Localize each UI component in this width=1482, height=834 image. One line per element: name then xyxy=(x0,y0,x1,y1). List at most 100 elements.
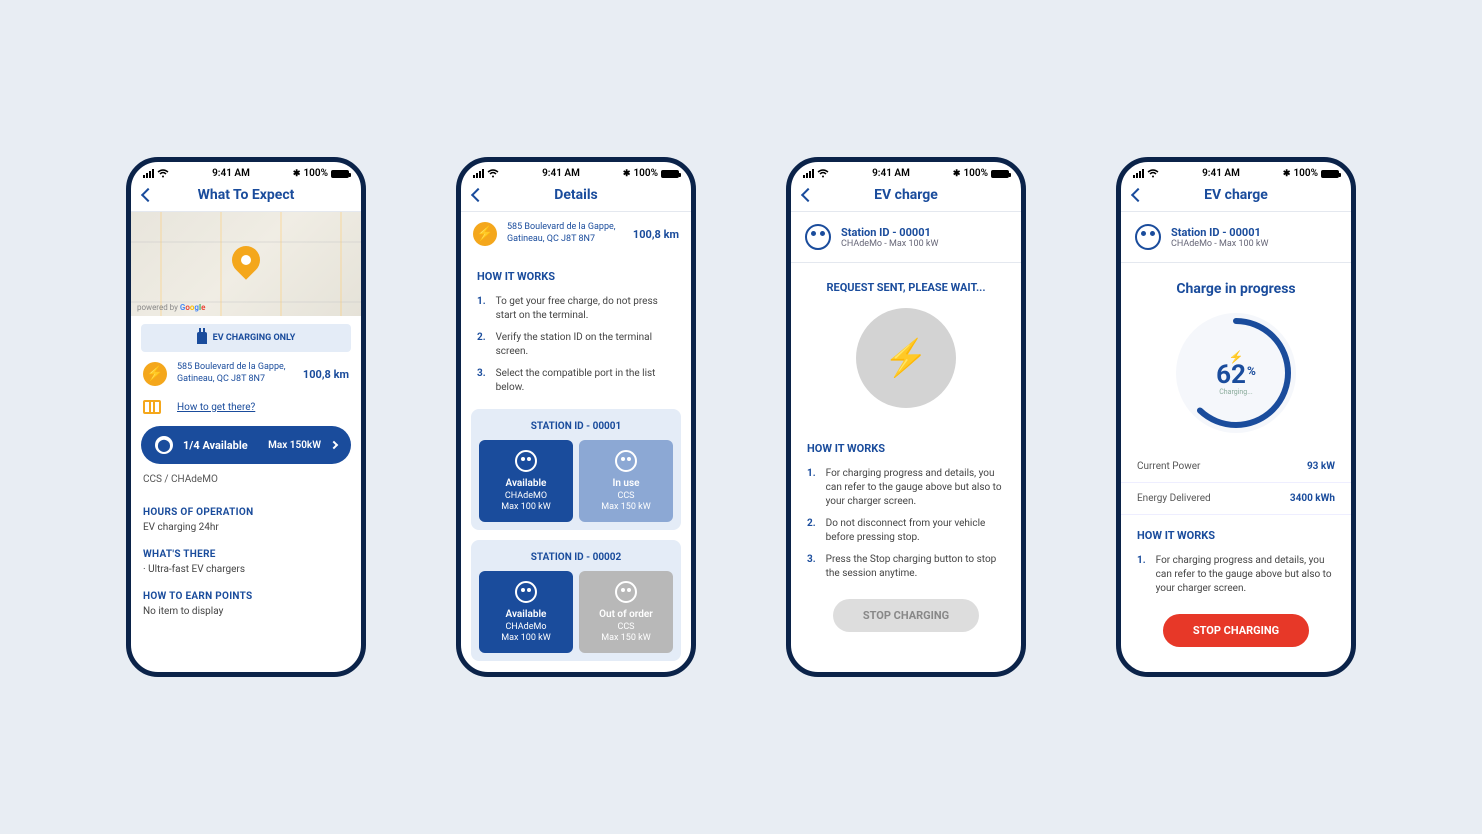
station-header: Station ID - 00001 CHAdeMo - Max 100 kW xyxy=(1121,212,1351,263)
station-id: Station ID - 00001 xyxy=(1171,226,1268,239)
earn-points-title: HOW TO EARN POINTS xyxy=(131,579,361,606)
list-item: 1.To get your free charge, do not press … xyxy=(477,291,675,327)
connector-icon xyxy=(805,224,831,250)
bolt-circle-icon: ⚡ xyxy=(473,222,497,246)
stat-label: Current Power xyxy=(1137,461,1200,472)
bluetooth-icon: ✱ xyxy=(623,169,631,179)
location-row: ⚡ 585 Boulevard de la Gappe, Gatineau, Q… xyxy=(461,212,691,256)
page-title: What To Expect xyxy=(143,187,349,203)
earn-points-text: No item to display xyxy=(131,606,361,621)
battery-icon xyxy=(1321,170,1339,178)
address-text: 585 Boulevard de la Gappe, Gatineau, QC … xyxy=(177,362,293,385)
battery-percent: 100% xyxy=(1293,168,1318,179)
station-id: Station ID - 00001 xyxy=(841,226,938,239)
location-row: ⚡ 585 Boulevard de la Gappe, Gatineau, Q… xyxy=(131,352,361,396)
map-pin-icon[interactable] xyxy=(232,246,260,282)
port-available[interactable]: Available CHAdeMO Max 100 kW xyxy=(479,440,573,522)
availability-text: 1/4 Available xyxy=(183,439,258,452)
progress-gauge: ⚡ 62% Charging... xyxy=(1176,313,1296,433)
station-card: STATION ID - 00002 Available CHAdeMo Max… xyxy=(471,540,681,661)
stop-charging-button[interactable]: STOP CHARGING xyxy=(1163,614,1309,647)
distance-value: 100,8 km xyxy=(303,368,349,381)
distance-value: 100,8 km xyxy=(633,228,679,241)
wifi-icon xyxy=(487,169,499,178)
ev-charging-banner: EV CHARGING ONLY xyxy=(141,324,351,352)
status-bar: 9:41 AM ✱ 100% xyxy=(131,162,361,181)
list-item: 1.For charging progress and details, you… xyxy=(807,463,1005,513)
status-time: 9:41 AM xyxy=(212,168,250,179)
station-card: STATION ID - 00001 Available CHAdeMO Max… xyxy=(471,409,681,530)
stat-row: Energy Delivered 3400 kWh xyxy=(1121,483,1351,515)
plug-icon xyxy=(197,332,207,344)
stat-value: 3400 kWh xyxy=(1290,493,1335,504)
station-header: Station ID - 00001 CHAdeMo - Max 100 kW xyxy=(791,212,1021,263)
status-bar: 9:41 AM ✱ 100% xyxy=(461,162,691,181)
battery-percent: 100% xyxy=(963,168,988,179)
battery-icon xyxy=(661,170,679,178)
signal-icon xyxy=(143,169,154,178)
nav-header: What To Expect xyxy=(131,181,361,212)
map-view[interactable]: powered by Google xyxy=(131,212,361,316)
status-time: 9:41 AM xyxy=(872,168,910,179)
progress-ring-icon xyxy=(1176,313,1296,433)
battery-icon xyxy=(331,170,349,178)
charge-in-progress-title: Charge in progress xyxy=(1121,263,1351,307)
wifi-icon xyxy=(817,169,829,178)
nav-header: EV charge xyxy=(1121,181,1351,212)
whats-there-text: · Ultra-fast EV chargers xyxy=(131,564,361,579)
signal-icon xyxy=(473,169,484,178)
phone-what-to-expect: 9:41 AM ✱ 100% What To Expect powered by… xyxy=(126,157,366,677)
how-it-works-list: 1.For charging progress and details, you… xyxy=(791,463,1021,585)
connector-icon xyxy=(515,581,537,603)
station-id-label: STATION ID - 00002 xyxy=(479,548,673,571)
page-title: EV charge xyxy=(1133,187,1339,203)
bolt-icon: ⚡ xyxy=(884,337,929,379)
chevron-right-icon xyxy=(330,441,338,449)
battery-icon xyxy=(991,170,1009,178)
directions-row[interactable]: How to get there? xyxy=(131,396,361,426)
status-time: 9:41 AM xyxy=(542,168,580,179)
whats-there-title: WHAT'S THERE xyxy=(131,537,361,564)
station-id-label: STATION ID - 00001 xyxy=(479,417,673,440)
bluetooth-icon: ✱ xyxy=(293,169,301,179)
list-item: 1.For charging progress and details, you… xyxy=(1137,550,1335,600)
signal-icon xyxy=(803,169,814,178)
status-bar: 9:41 AM ✱ 100% xyxy=(791,162,1021,181)
stat-label: Energy Delivered xyxy=(1137,493,1211,504)
how-it-works-title: HOW IT WORKS xyxy=(1121,515,1351,550)
status-time: 9:41 AM xyxy=(1202,168,1240,179)
page-title: EV charge xyxy=(803,187,1009,203)
max-power-text: Max 150kW xyxy=(268,440,321,451)
stop-charging-button: STOP CHARGING xyxy=(833,599,979,632)
request-sent-message: REQUEST SENT, PLEASE WAIT... xyxy=(791,263,1021,308)
nav-header: EV charge xyxy=(791,181,1021,212)
connector-icon xyxy=(615,450,637,472)
phone-ev-charge-progress: 9:41 AM ✱ 100% EV charge Station ID - 00… xyxy=(1116,157,1356,677)
map-attribution: powered by Google xyxy=(137,303,205,312)
availability-pill[interactable]: ⬤ 1/4 Available Max 150kW xyxy=(141,426,351,464)
bluetooth-icon: ✱ xyxy=(953,169,961,179)
phone-ev-charge-waiting: 9:41 AM ✱ 100% EV charge Station ID - 00… xyxy=(786,157,1026,677)
how-it-works-title: HOW IT WORKS xyxy=(791,428,1021,463)
how-it-works-list: 1.For charging progress and details, you… xyxy=(1121,550,1351,600)
availability-icon: ⬤ xyxy=(155,436,173,454)
port-in-use[interactable]: In use CCS Max 150 kW xyxy=(579,440,673,522)
port-out-of-order: Out of order CCS Max 150 kW xyxy=(579,571,673,653)
how-it-works-title: HOW IT WORKS xyxy=(461,256,691,291)
list-item: 2.Do not disconnect from your vehicle be… xyxy=(807,513,1005,549)
list-item: 2.Verify the station ID on the terminal … xyxy=(477,327,675,363)
port-available[interactable]: Available CHAdeMo Max 100 kW xyxy=(479,571,573,653)
phone-details: 9:41 AM ✱ 100% Details ⚡ 585 Boulevard d… xyxy=(456,157,696,677)
directions-link[interactable]: How to get there? xyxy=(177,402,255,413)
wifi-icon xyxy=(157,169,169,178)
battery-percent: 100% xyxy=(303,168,328,179)
page-title: Details xyxy=(473,187,679,203)
map-fold-icon xyxy=(143,400,161,414)
how-it-works-list: 1.To get your free charge, do not press … xyxy=(461,291,691,399)
status-bar: 9:41 AM ✱ 100% xyxy=(1121,162,1351,181)
hours-title: HOURS OF OPERATION xyxy=(131,495,361,522)
station-subtitle: CHAdeMo - Max 100 kW xyxy=(1171,239,1268,249)
bolt-circle-icon: ⚡ xyxy=(143,362,167,386)
stat-row: Current Power 93 kW xyxy=(1121,451,1351,483)
list-item: 3.Press the Stop charging button to stop… xyxy=(807,549,1005,585)
